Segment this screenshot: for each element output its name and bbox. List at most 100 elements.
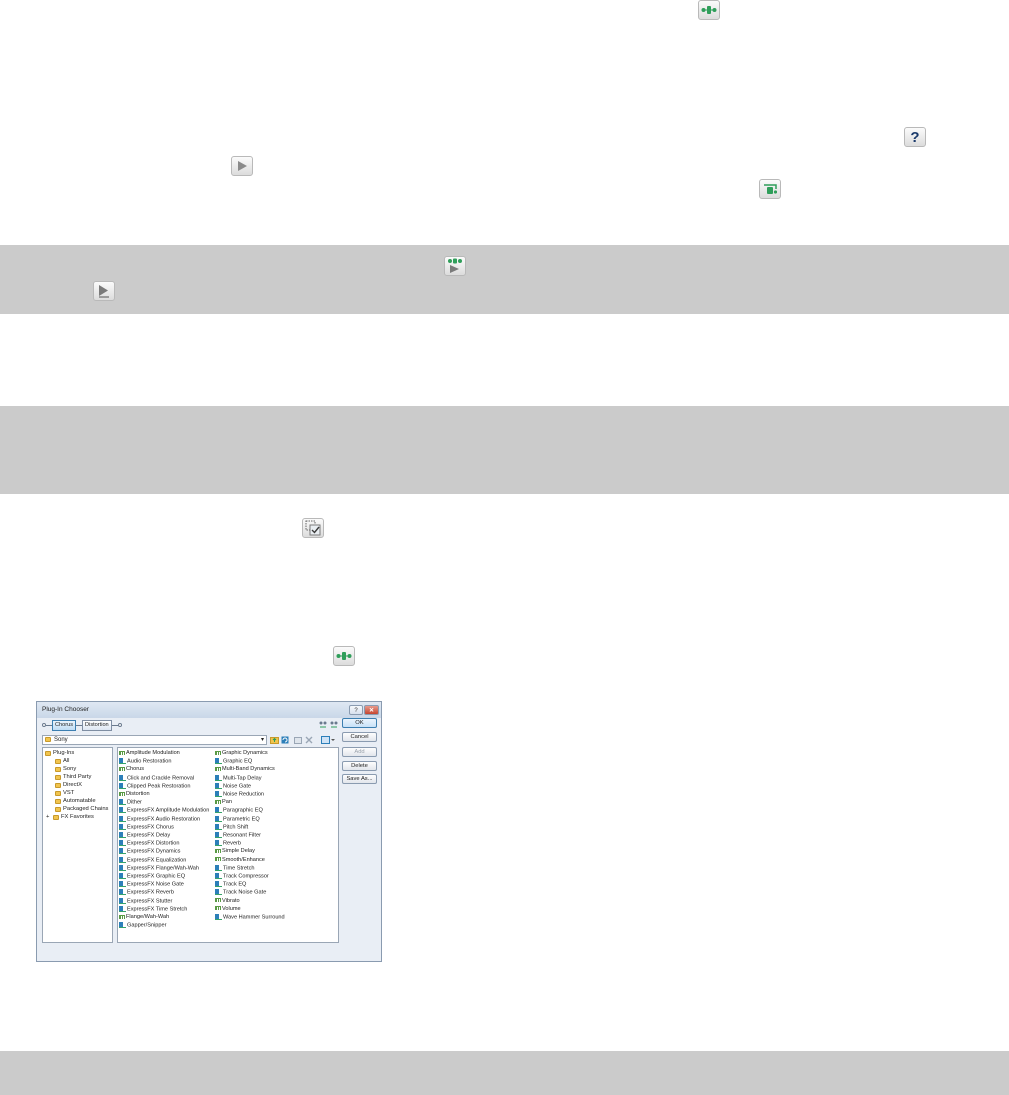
play-all-icon[interactable]: [93, 281, 115, 301]
plugin-list-item[interactable]: Reverb: [215, 840, 241, 847]
folder-up-icon[interactable]: [270, 736, 279, 744]
folder-icon: [55, 791, 61, 796]
properties-icon[interactable]: [294, 736, 302, 744]
directx-plugin-icon: [215, 791, 222, 797]
view-options-icon[interactable]: [321, 736, 335, 744]
plugin-list-item[interactable]: Multi-Band Dynamics: [215, 766, 275, 773]
plugin-name: Time Stretch: [223, 865, 255, 872]
plugin-name: ExpressFX Time Stretch: [127, 906, 188, 913]
plugin-list-item[interactable]: Track Noise Gate: [215, 889, 266, 896]
ok-button[interactable]: OK: [342, 718, 377, 728]
plugin-list-item[interactable]: Clipped Peak Restoration: [119, 782, 191, 790]
plugin-list-item[interactable]: ExpressFX Equalization: [119, 856, 186, 864]
plugin-list-item[interactable]: Pitch Shift: [215, 823, 248, 831]
plugin-list-item[interactable]: ExpressFX Noise Gate: [119, 881, 184, 888]
chain-chip[interactable]: Chorus: [52, 719, 77, 731]
plugin-list-item[interactable]: ExpressFX Chorus: [119, 823, 174, 831]
plugin-name: Audio Restoration: [127, 758, 172, 765]
plugin-list-item[interactable]: Time Stretch: [215, 864, 255, 872]
plugin-list-item[interactable]: Noise Reduction: [215, 791, 264, 798]
plugin-chain-icon[interactable]: [698, 0, 720, 20]
plugin-name: ExpressFX Graphic EQ: [127, 873, 186, 880]
tree-expander[interactable]: +: [46, 814, 49, 821]
folder-icon: [55, 767, 61, 772]
plugin-list-item[interactable]: ExpressFX Distortion: [119, 840, 180, 847]
plugin-list-item[interactable]: Noise Gate: [215, 782, 251, 790]
plugin-list-item[interactable]: Parametric EQ: [215, 815, 260, 823]
plugin-list-item[interactable]: ExpressFX Audio Restoration: [119, 815, 200, 823]
directx-plugin-icon: [119, 889, 126, 896]
play-icon[interactable]: [231, 156, 253, 176]
delete-icon[interactable]: [305, 736, 313, 744]
plugin-list-item[interactable]: Dither: [119, 799, 142, 806]
plugin-list-item[interactable]: Pan: [215, 799, 232, 806]
plugin-list-item[interactable]: Graphic EQ: [215, 758, 252, 765]
cancel-button[interactable]: Cancel: [342, 732, 377, 742]
add-button[interactable]: Add: [342, 747, 377, 757]
help-icon[interactable]: ?: [904, 127, 926, 147]
plugin-list-item[interactable]: Wave Hammer Surround: [215, 914, 285, 921]
tree-item-root[interactable]: Plug-Ins: [53, 750, 74, 757]
plugin-list-item[interactable]: Click and Crackle Removal: [119, 774, 194, 782]
plugin-name: Graphic EQ: [223, 758, 253, 765]
tree-item[interactable]: Packaged Chains: [63, 806, 108, 813]
plugin-list-item[interactable]: ExpressFX Time Stretch: [119, 905, 188, 913]
select-all-icon[interactable]: [302, 518, 324, 538]
plugin-list-item[interactable]: Paragraphic EQ: [215, 807, 263, 814]
chain-chip[interactable]: Distortion: [82, 719, 112, 731]
plugin-list-item[interactable]: Gapper/Snipper: [119, 922, 167, 929]
plugin-list-item[interactable]: Distortion: [119, 791, 150, 798]
plugin-chain-icon[interactable]: [333, 646, 355, 666]
dialog-help-button[interactable]: ?: [349, 705, 363, 715]
plugin-list-item[interactable]: ExpressFX Dynamics: [119, 848, 180, 855]
plugin-list-item[interactable]: Track EQ: [215, 881, 246, 888]
plugin-folder-combo[interactable]: Sony ▾: [42, 735, 267, 745]
plugin-name: Noise Gate: [223, 783, 251, 790]
plugin-name: ExpressFX Amplitude Modulation: [127, 807, 210, 814]
plugin-list-item[interactable]: Graphic Dynamics: [215, 750, 268, 757]
plugin-list-item[interactable]: Volume: [215, 906, 241, 913]
directx-plugin-icon: [215, 832, 222, 838]
plugin-list-item[interactable]: ExpressFX Stutter: [119, 897, 172, 905]
sony-plugin-icon: [119, 914, 125, 919]
sony-plugin-icon: [119, 766, 125, 771]
tree-item[interactable]: DirectX: [63, 782, 82, 789]
plugin-list-item[interactable]: ExpressFX Flange/Wah-Wah: [119, 864, 199, 872]
plugin-list-item[interactable]: Resonant Filter: [215, 832, 261, 839]
plugin-list-item[interactable]: Track Compressor: [215, 873, 269, 880]
plugin-list-item[interactable]: Multi-Tap Delay: [215, 774, 262, 782]
chain-play-icon[interactable]: [444, 256, 466, 276]
tree-item[interactable]: Automatable: [63, 798, 96, 805]
plugin-list-item[interactable]: ExpressFX Delay: [119, 832, 170, 839]
move-left-icon[interactable]: [319, 721, 327, 728]
tree-item[interactable]: All: [63, 758, 69, 765]
sony-plugin-icon: [215, 848, 221, 853]
delete-button[interactable]: Delete: [342, 761, 377, 771]
directx-plugin-icon: [119, 782, 126, 789]
tree-item[interactable]: Sony: [63, 766, 76, 773]
plugin-list-item[interactable]: ExpressFX Amplitude Modulation: [119, 807, 209, 814]
plugin-list-item[interactable]: Flange/Wah-Wah: [119, 914, 169, 921]
directx-plugin-icon: [119, 774, 126, 781]
folder-icon: [45, 751, 51, 756]
tree-item-favorites[interactable]: FX Favorites: [61, 814, 94, 821]
tree-item[interactable]: Third Party: [63, 774, 91, 781]
dialog-close-button[interactable]: ✕: [364, 705, 379, 715]
plugin-name: Reverb: [223, 840, 242, 847]
plugin-list-item[interactable]: Vibrato: [215, 898, 240, 905]
refresh-icon[interactable]: [281, 736, 289, 744]
plugin-list-item[interactable]: Amplitude Modulation: [119, 750, 180, 757]
plugin-name: ExpressFX Distortion: [127, 840, 180, 847]
plugin-list-item[interactable]: Simple Delay: [215, 848, 255, 855]
plugin-list-item[interactable]: ExpressFX Reverb: [119, 889, 174, 896]
save-as-button[interactable]: Save As...: [342, 774, 377, 784]
move-right-icon[interactable]: [330, 721, 338, 728]
bypass-icon[interactable]: [759, 179, 781, 199]
tree-item[interactable]: VST: [63, 790, 74, 797]
plugin-list-item[interactable]: ExpressFX Graphic EQ: [119, 873, 185, 880]
plugin-list-item[interactable]: Chorus: [119, 766, 144, 773]
plugin-list-item[interactable]: Audio Restoration: [119, 758, 171, 765]
plugin-name: ExpressFX Delay: [127, 832, 171, 839]
plugin-name: Clipped Peak Restoration: [127, 783, 191, 790]
plugin-list-item[interactable]: Smooth/Enhance: [215, 857, 265, 864]
